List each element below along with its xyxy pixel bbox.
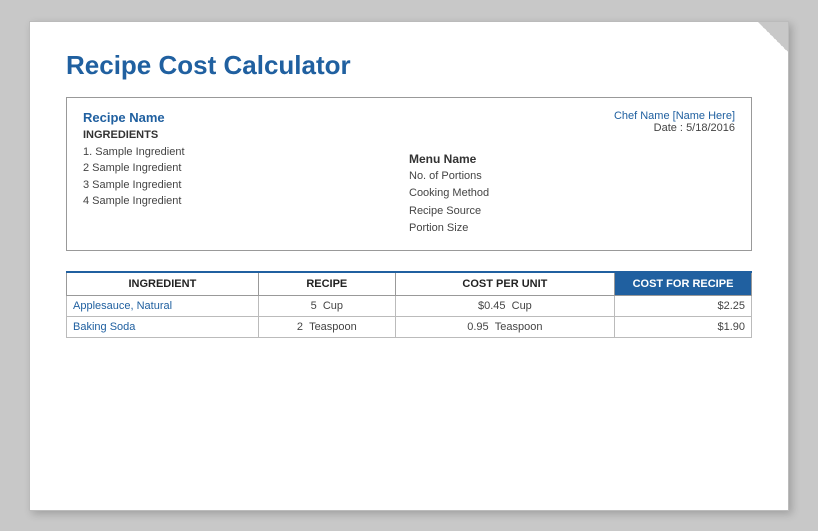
page-container: Recipe Cost Calculator Recipe Name INGRE… [29, 21, 789, 511]
ingredient-1: 1. Sample Ingredient [83, 144, 409, 161]
menu-detail-2: Recipe Source [409, 203, 489, 221]
menu-detail-3: Portion Size [409, 220, 489, 238]
recipe-name-label: Recipe Name [83, 110, 409, 125]
row1-ingredient: Applesauce, Natural [67, 295, 259, 316]
date-value: 5/18/2016 [686, 122, 735, 134]
menu-detail-0: No. of Portions [409, 168, 489, 186]
chef-info-block: Chef Name [Name Here] Date : 5/18/2016 [409, 110, 735, 134]
row1-cost-unit: $0.45 Cup [395, 295, 614, 316]
menu-detail-1: Cooking Method [409, 185, 489, 203]
chef-label: Chef Name [614, 110, 670, 122]
ingredient-3: 3 Sample Ingredient [83, 177, 409, 194]
row2-cost-recipe: $1.90 [614, 316, 751, 337]
chef-value: [Name Here] [673, 110, 735, 122]
right-column: Chef Name [Name Here] Date : 5/18/2016 M… [409, 110, 735, 238]
ingredient-4: 4 Sample Ingredient [83, 193, 409, 210]
left-column: Recipe Name INGREDIENTS 1. Sample Ingred… [83, 110, 409, 238]
page-title: Recipe Cost Calculator [66, 50, 752, 81]
ingredients-header: INGREDIENTS [83, 129, 409, 141]
table-row: Baking Soda 2 Teaspoon 0.95 Teaspoon $1.… [67, 316, 752, 337]
chef-name-line: Chef Name [Name Here] [409, 110, 735, 122]
menu-name-bold: Menu Name [409, 152, 489, 166]
menu-section: Menu Name No. of Portions Cooking Method… [409, 152, 489, 238]
date-line: Date : 5/18/2016 [409, 122, 735, 134]
row2-ingredient: Baking Soda [67, 316, 259, 337]
ingredient-2: 2 Sample Ingredient [83, 160, 409, 177]
col-header-cost-per-unit: COST PER UNIT [395, 272, 614, 296]
table-row: Applesauce, Natural 5 Cup $0.45 Cup $2.2… [67, 295, 752, 316]
col-header-recipe: RECIPE [258, 272, 395, 296]
cost-table: INGREDIENT RECIPE COST PER UNIT COST FOR… [66, 271, 752, 338]
col-header-cost-for-recipe: COST FOR RECIPE [614, 272, 751, 296]
info-box: Recipe Name INGREDIENTS 1. Sample Ingred… [66, 97, 752, 251]
col-header-ingredient: INGREDIENT [67, 272, 259, 296]
row1-qty: 5 Cup [258, 295, 395, 316]
row1-cost-recipe: $2.25 [614, 295, 751, 316]
row2-qty: 2 Teaspoon [258, 316, 395, 337]
row2-cost-unit: 0.95 Teaspoon [395, 316, 614, 337]
date-label: Date : [654, 122, 683, 134]
